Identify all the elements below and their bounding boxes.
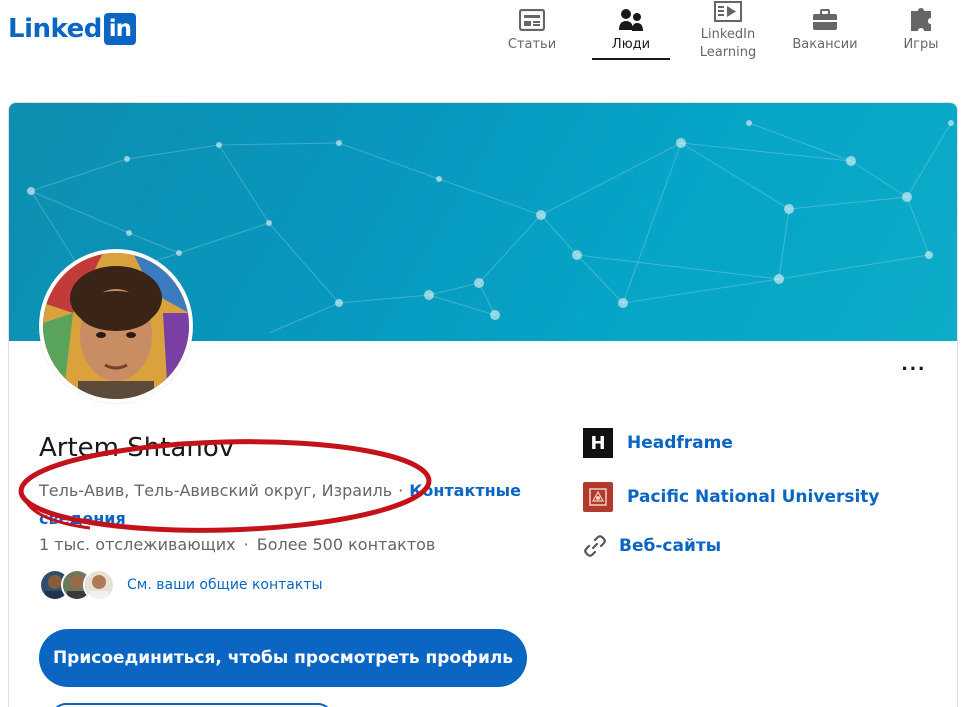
company-name: Headframe [627, 433, 733, 453]
nav-item-articles[interactable]: Статьи [500, 0, 564, 60]
nav-label-jobs: Вакансии [792, 37, 858, 52]
logo-wordmark: Linked [8, 14, 102, 44]
profile-name: Artem Shtanov [39, 433, 235, 463]
profile-stats: 1 тыс. отслеживающих · Более 500 контактов [39, 535, 435, 554]
separator-dot: · [398, 481, 404, 500]
mutual-contacts-link[interactable]: См. ваши общие контакты [127, 577, 323, 593]
nav-item-jobs[interactable]: Вакансии [790, 0, 860, 60]
profile-card: ··· Artem Shtanov Тель-Авив, Тель-Авивск… [8, 102, 958, 707]
link-icon [583, 534, 607, 558]
secondary-button[interactable] [51, 703, 333, 707]
connections-count: Более 500 контактов [256, 535, 436, 554]
company-logo-icon: H [583, 428, 613, 458]
nav-label-people: Люди [611, 37, 651, 52]
nav-label-learning: LinkedIn Learning [699, 27, 757, 60]
logo-in-box: in [103, 13, 136, 45]
profile-avatar[interactable] [39, 249, 193, 403]
people-icon [617, 8, 645, 32]
separator-dot: · [243, 535, 249, 554]
profile-location-line: Тель-Авив, Тель-Авивский округ, Израиль ·… [39, 477, 559, 533]
avatar [83, 569, 115, 601]
articles-icon [518, 8, 546, 32]
followers-count: 1 тыс. отслеживающих [39, 535, 236, 554]
learning-icon [714, 0, 742, 24]
briefcase-icon [811, 8, 839, 32]
nav-item-people[interactable]: Люди [592, 0, 670, 60]
nav-item-games[interactable]: Игры [894, 0, 948, 60]
join-to-view-profile-button[interactable]: Присоединиться, чтобы просмотреть профил… [39, 629, 527, 687]
nav-label-articles: Статьи [507, 37, 557, 52]
more-options-button[interactable]: ··· [897, 356, 931, 381]
websites-label: Веб-сайты [619, 536, 722, 556]
nav-item-learning[interactable]: LinkedIn Learning [692, 0, 764, 60]
university-logo-icon [583, 482, 613, 512]
profile-location: Тель-Авив, Тель-Авивский округ, Израиль [39, 481, 393, 500]
nav-label-games: Игры [903, 37, 939, 52]
linkedin-logo[interactable]: Linked in [8, 12, 136, 46]
education-name: Pacific National University [627, 487, 880, 507]
education-link[interactable]: Pacific National University [583, 482, 880, 512]
websites-link[interactable]: Веб-сайты [583, 534, 721, 558]
puzzle-icon [907, 8, 935, 32]
mutual-contacts[interactable]: См. ваши общие контакты [39, 569, 323, 601]
company-link[interactable]: H Headframe [583, 428, 733, 458]
nav-active-indicator [592, 58, 670, 60]
